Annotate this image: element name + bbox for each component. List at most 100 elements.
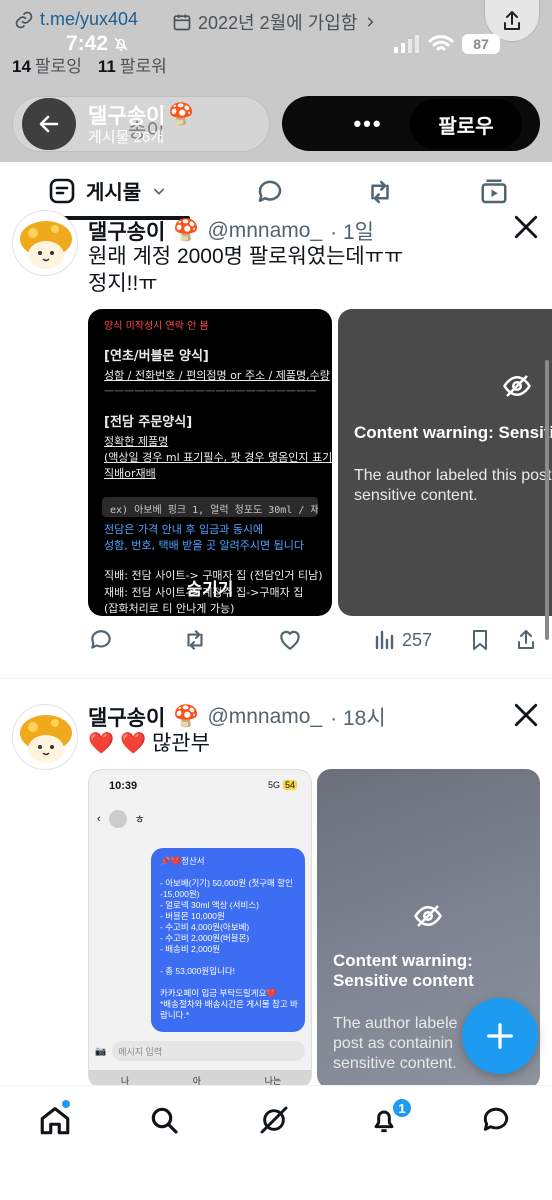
nav-search[interactable] bbox=[144, 1100, 184, 1140]
chevron-left-icon: ‹ bbox=[97, 813, 101, 825]
tweet2-avatar[interactable] bbox=[12, 704, 78, 770]
bubble-line bbox=[160, 867, 296, 878]
more-button[interactable]: ••• bbox=[337, 108, 399, 140]
follow-button[interactable]: 팔로우 bbox=[410, 99, 522, 149]
mushroom-avatar-icon bbox=[20, 221, 72, 269]
share-button[interactable] bbox=[514, 624, 538, 656]
following-count: 14 bbox=[12, 57, 31, 76]
share-icon bbox=[504, 10, 520, 30]
reply-bubble-icon bbox=[258, 180, 282, 202]
status-bar-indicators: 87 bbox=[394, 34, 500, 54]
link-icon bbox=[15, 11, 33, 28]
followers-stat[interactable]: 11 팔로워 bbox=[98, 52, 167, 77]
media-section2-line2: (액상일 경우 ml 표기필수, 팟 경우 몇옴인지 표기) bbox=[104, 451, 332, 464]
tweet2-text: ❤️ ❤️ 많관부 bbox=[88, 730, 210, 757]
chevron-down-icon bbox=[153, 187, 165, 195]
followers-label: 팔로워 bbox=[119, 57, 167, 76]
bubble-line: - 버블몬 10,000원 bbox=[160, 911, 225, 921]
media-section2-line3: 직배or재배 bbox=[104, 467, 156, 480]
tweet-divider bbox=[0, 678, 552, 679]
tweet2-media-left[interactable]: 10:39 5G 54 ‹ ㅎ 📌❤️정산서 - 아보베(기기) 50,000원… bbox=[88, 769, 312, 1089]
share-icon bbox=[518, 630, 534, 649]
camera-icon: 📷 bbox=[95, 1045, 107, 1056]
like-button[interactable] bbox=[277, 624, 303, 656]
media-section2-line1: 정확한 제품명 bbox=[104, 435, 169, 448]
profile-link-text[interactable]: t.me/yux404 bbox=[40, 9, 138, 30]
cw-body-line2: post as containin bbox=[333, 1035, 454, 1052]
bubble-line: - 아보베(기기) 50,000원 (첫구매 할인 bbox=[160, 878, 293, 888]
bubble-line: - 배송비 2,000원 bbox=[160, 944, 221, 954]
bubble-line bbox=[160, 955, 296, 966]
chat-avatar bbox=[108, 810, 127, 828]
phone-status: 5G 54 bbox=[268, 780, 297, 790]
tab-reposts[interactable] bbox=[364, 176, 396, 208]
views-button[interactable]: 257 bbox=[372, 624, 432, 656]
following-stat[interactable]: 14 팔로잉 bbox=[12, 52, 82, 77]
repost-icon bbox=[187, 630, 203, 650]
x-logo-icon bbox=[514, 703, 538, 727]
tab-media[interactable] bbox=[478, 176, 510, 208]
home-unread-dot bbox=[62, 1100, 70, 1108]
phone-time: 10:39 bbox=[109, 780, 138, 792]
tweet2-handle[interactable]: @mnnamo_ bbox=[207, 705, 322, 729]
nav-messages[interactable] bbox=[476, 1100, 516, 1140]
bookmark-button[interactable] bbox=[468, 624, 492, 656]
media-section1-title: [연초/버블몬 양식] bbox=[104, 349, 209, 364]
cw-body-line3: sensitive content. bbox=[333, 1055, 457, 1072]
cw-body-line2: sensitive content. bbox=[354, 487, 478, 504]
tweet1-author-name[interactable]: 댈구송이 bbox=[88, 216, 165, 246]
chevron-right-icon bbox=[368, 17, 374, 27]
posts-icon bbox=[49, 178, 75, 203]
tweet2-author-name[interactable]: 댈구송이 bbox=[88, 702, 165, 732]
home-icon bbox=[40, 1107, 70, 1135]
notification-badge: 1 bbox=[391, 1097, 413, 1119]
back-button[interactable] bbox=[22, 98, 76, 150]
signal-icon bbox=[394, 35, 419, 53]
mushroom-emoji-icon: 🍄 bbox=[173, 705, 200, 728]
repost-icon bbox=[371, 180, 389, 204]
tab-replies[interactable] bbox=[254, 176, 286, 208]
media-blue-line1: 전담은 가격 안내 후 입금과 동시에 bbox=[104, 523, 264, 536]
profile-link[interactable]: t.me/yux404 bbox=[14, 9, 138, 30]
repost-button[interactable] bbox=[182, 624, 208, 656]
tweet1-avatar[interactable] bbox=[12, 210, 78, 276]
bookmark-icon bbox=[473, 630, 487, 650]
bubble-line: -15,000원) bbox=[160, 889, 200, 899]
cw-title: Content warning: Sensitive bbox=[354, 423, 552, 442]
eye-slash-icon bbox=[414, 905, 442, 927]
chat-header: ‹ ㅎ bbox=[97, 810, 145, 828]
tab-posts[interactable]: 게시물 bbox=[48, 176, 167, 205]
cw-body-line1: The author labeled this post bbox=[354, 467, 552, 484]
nav-grok[interactable] bbox=[254, 1100, 294, 1140]
view-count: 257 bbox=[402, 629, 433, 650]
followers-count: 11 bbox=[97, 57, 116, 76]
bubble-line: 랍니다.* bbox=[160, 1010, 190, 1020]
analytics-icon bbox=[375, 630, 394, 650]
scrollbar[interactable] bbox=[545, 360, 549, 640]
bubble-line: - 수고비 4,000원(아보베) bbox=[160, 922, 250, 932]
reply-icon bbox=[91, 630, 111, 649]
chat-bubble: 📌❤️정산서 - 아보베(기기) 50,000원 (첫구매 할인 -15,000… bbox=[151, 848, 305, 1032]
mushroom-avatar-icon bbox=[20, 715, 72, 763]
tweet1-media-right-sensitive[interactable]: Content warning: Sensitive The author la… bbox=[338, 309, 552, 616]
video-icon bbox=[481, 179, 507, 204]
header-posts-count: 게시물 26개 bbox=[88, 129, 165, 146]
plus-icon bbox=[487, 1023, 513, 1049]
tweet1-media-left[interactable]: 양식 미작성시 연락 안 봄 [연초/버블몬 양식] 성함 / 전화번호 / 편… bbox=[88, 309, 332, 616]
reply-button[interactable] bbox=[88, 624, 114, 656]
media-section1-line: 성함 / 전화번호 / 편의점명 or 주소 / 제품명,수량 bbox=[104, 369, 330, 382]
heart-icon bbox=[280, 630, 300, 650]
wifi-icon bbox=[428, 35, 454, 51]
eye-slash-icon bbox=[503, 375, 531, 397]
bubble-line bbox=[160, 977, 296, 988]
tweet1-handle[interactable]: @mnnamo_ bbox=[207, 219, 322, 243]
hide-media-button[interactable]: 숨기기 bbox=[88, 575, 332, 600]
compose-post-button[interactable] bbox=[462, 998, 538, 1074]
chat-input: 메시지 입력 bbox=[112, 1041, 305, 1061]
tweet1-text-line2: 정지!!ㅠ bbox=[88, 272, 158, 295]
bell-slash-icon bbox=[114, 37, 128, 51]
phone-signal: 5G bbox=[267, 780, 280, 790]
tweet2-header: 댈구송이 🍄 @mnnamo_ · 18시 bbox=[88, 702, 386, 732]
chat-title: ㅎ bbox=[134, 814, 145, 826]
phone-battery: 54 bbox=[282, 780, 297, 790]
